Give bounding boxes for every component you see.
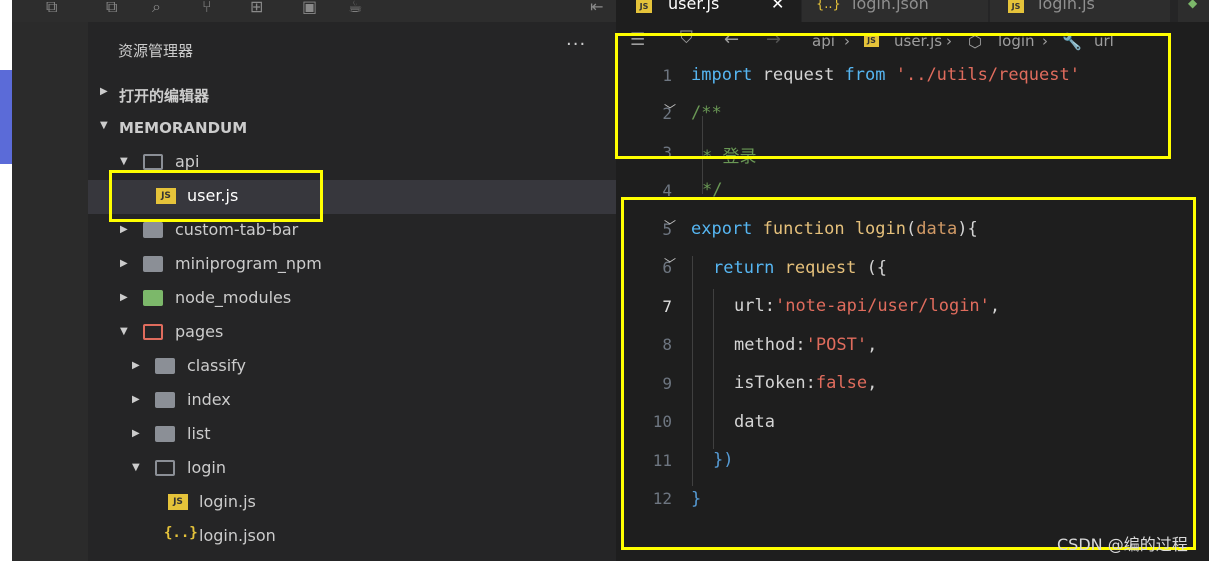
extensions-icon[interactable]: ⊞ (250, 0, 263, 18)
folder-open-icon (155, 460, 175, 476)
chevron-down-icon: ▼ (100, 120, 108, 131)
section-label: MEMORANDUM (119, 119, 248, 137)
sidebar-toolbar: ⧉ ⧉ ⌕ ⑂ ⊞ ▣ ☕ ⇤ (12, 0, 616, 22)
copy-icon[interactable]: ⧉ (46, 0, 57, 18)
tree-item-index[interactable]: ▶ index (88, 384, 616, 418)
highlight-box-function (621, 197, 1196, 550)
accent-tab (0, 70, 12, 164)
tree-item-label: classify (187, 356, 246, 375)
chevron-down-icon: ▼ (132, 462, 140, 473)
tree-item-label: custom-tab-bar (175, 220, 299, 239)
highlight-box-import (615, 33, 1171, 159)
save-icon[interactable]: ▣ (302, 0, 317, 18)
chevron-down-icon: ▼ (120, 326, 128, 337)
pages-folder-icon (143, 324, 163, 340)
js-file-icon: JS (636, 0, 652, 13)
tree-item-node-modules[interactable]: ▶ node_modules (88, 282, 616, 316)
tree-item-label: login.js (199, 492, 256, 511)
chevron-right-icon: ▶ (100, 86, 108, 97)
json-file-icon: {..} (164, 525, 198, 541)
split-editor-button[interactable]: ◆ (1178, 0, 1209, 22)
js-file-icon: JS (1008, 0, 1024, 13)
explorer-icon[interactable]: ⧉ (106, 0, 117, 18)
chevron-right-icon: ▶ (120, 258, 128, 269)
folder-icon (143, 256, 163, 272)
tab-login-json[interactable]: {..} login.json (802, 0, 988, 22)
tree-item-login-json[interactable]: {..} login.json (88, 520, 616, 554)
folder-icon (155, 358, 175, 374)
tree-item-login[interactable]: ▼ login (88, 452, 616, 486)
debug-icon[interactable]: ☕ (348, 0, 362, 18)
tree-item-label: pages (175, 322, 224, 341)
source-control-icon[interactable]: ⑂ (202, 0, 212, 18)
section-project[interactable]: ▼ MEMORANDUM (88, 114, 616, 144)
tree-item-label: index (187, 390, 231, 409)
tab-label: user.js (668, 0, 720, 13)
tree-item-label: miniprogram_npm (175, 254, 322, 273)
section-label: 打开的编辑器 (119, 87, 210, 105)
chevron-right-icon: ▶ (132, 394, 140, 405)
close-icon[interactable]: ✕ (771, 0, 784, 13)
tab-login-js[interactable]: JS login.js (990, 0, 1170, 22)
folder-icon (143, 222, 163, 238)
folder-icon (155, 426, 175, 442)
tab-user-js[interactable]: JS user.js ✕ (616, 0, 801, 22)
tree-item-miniprogram-npm[interactable]: ▶ miniprogram_npm (88, 248, 616, 282)
tree-item-label: api (175, 152, 200, 171)
tab-label: login.js (1038, 0, 1095, 13)
more-actions-icon[interactable]: ··· (566, 34, 586, 55)
explorer-title: 资源管理器 (118, 42, 194, 60)
editor-tab-bar: JS user.js ✕ {..} login.json JS login.js… (616, 0, 1209, 22)
chevron-down-icon: ▼ (120, 156, 128, 167)
chevron-right-icon: ▶ (132, 360, 140, 371)
watermark: CSDN @编的过程 (1057, 535, 1188, 554)
tree-item-label: login (187, 458, 226, 477)
chevron-right-icon: ▶ (120, 224, 128, 235)
tab-label: login.json (852, 0, 929, 13)
json-file-icon: {..} (816, 0, 841, 12)
tree-item-label: list (187, 424, 211, 443)
node-folder-icon (143, 290, 163, 306)
chevron-right-icon: ▶ (132, 428, 140, 439)
tree-item-label: node_modules (175, 288, 292, 307)
section-open-editors[interactable]: ▶ 打开的编辑器 (88, 80, 616, 110)
js-file-icon: JS (168, 494, 188, 510)
tree-item-list[interactable]: ▶ list (88, 418, 616, 452)
folder-open-icon (143, 154, 163, 170)
folder-icon (155, 392, 175, 408)
search-icon[interactable]: ⌕ (152, 0, 161, 18)
split-icon: ◆ (1188, 0, 1198, 10)
tree-item-label: login.json (199, 526, 276, 545)
chevron-right-icon: ▶ (120, 292, 128, 303)
tree-item-classify[interactable]: ▶ classify (88, 350, 616, 384)
collapse-icon[interactable]: ⇤ (590, 0, 603, 18)
tree-item-login-js[interactable]: JS login.js (88, 486, 616, 520)
activity-column (12, 0, 88, 561)
highlight-box-userjs (109, 170, 323, 222)
explorer-sidebar: 资源管理器 ··· ▶ 打开的编辑器 ▼ MEMORANDUM ▼ api JS… (88, 22, 616, 561)
window-edge (0, 0, 12, 561)
tree-item-pages[interactable]: ▼ pages (88, 316, 616, 350)
